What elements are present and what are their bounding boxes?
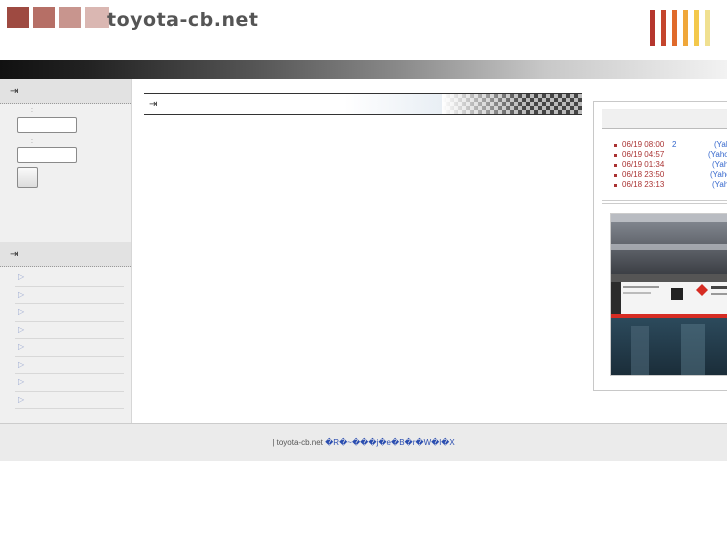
bullet-icon xyxy=(614,184,617,187)
bar-6 xyxy=(705,10,710,46)
news-list: 06/19 08:00 2 (Yah 06/19 04:57 (Yaho 06/… xyxy=(614,140,727,190)
login-field1-label: : xyxy=(24,107,33,114)
news-date: 06/18 23:50 xyxy=(622,170,665,179)
news-item[interactable]: 06/19 04:57 (Yaho xyxy=(614,150,727,160)
login-section-header: ⇥ xyxy=(0,79,131,104)
news-date: 06/19 04:57 xyxy=(622,150,665,159)
sidebar-menu-item[interactable]: ▷ xyxy=(15,269,124,287)
triangle-right-icon: ▷ xyxy=(18,342,25,351)
decorative-bars xyxy=(650,10,710,46)
login-arrow-icon: ⇥ xyxy=(10,86,19,97)
news-panel-header xyxy=(602,109,727,129)
header-fade-decoration xyxy=(344,94,444,114)
news-count: 2 xyxy=(672,140,677,149)
logo-block-2 xyxy=(33,7,55,28)
bullet-icon xyxy=(614,154,617,157)
sidebar-menu-item[interactable]: ▷ xyxy=(15,392,124,409)
triangle-right-icon: ▷ xyxy=(18,307,25,316)
triangle-right-icon: ▷ xyxy=(18,377,25,386)
gradient-band xyxy=(0,60,727,79)
news-source[interactable]: (Yah xyxy=(714,140,727,150)
bullet-icon xyxy=(614,144,617,147)
bullet-icon xyxy=(614,164,617,167)
sidebar: ⇥ : : ⇥ ▷ ▷ ▷ ▷ ▷ ▷ ▷ ▷ xyxy=(0,79,132,423)
site-name[interactable]: toyota-cb.net xyxy=(107,9,258,31)
footer-prefix: | toyota-cb.net xyxy=(272,438,326,447)
logo-block-1 xyxy=(7,7,29,28)
station-photo-image xyxy=(611,214,727,375)
bar-3 xyxy=(672,10,677,46)
bullet-icon xyxy=(614,174,617,177)
news-date: 06/19 08:00 xyxy=(622,140,665,149)
section-arrow-icon: ⇥ xyxy=(149,99,158,110)
sidebar-menu: ▷ ▷ ▷ ▷ ▷ ▷ ▷ ▷ xyxy=(15,269,124,409)
bar-4 xyxy=(683,10,688,46)
main-section-header: ⇥ xyxy=(144,93,582,115)
menu-arrow-icon: ⇥ xyxy=(10,249,19,260)
login-button[interactable] xyxy=(17,167,38,188)
news-source[interactable]: (Yaho xyxy=(708,150,727,160)
login-password-input[interactable] xyxy=(17,147,77,163)
login-field2-label: : xyxy=(24,138,33,145)
triangle-right-icon: ▷ xyxy=(18,272,25,281)
news-source[interactable]: (Yaho xyxy=(710,170,727,180)
bar-1 xyxy=(650,10,655,46)
sidebar-menu-item[interactable]: ▷ xyxy=(15,339,124,357)
news-date: 06/19 01:34 xyxy=(622,160,665,169)
site-footer: | toyota-cb.net �R�~���j�e�B�r�W�l�X xyxy=(0,423,727,461)
news-item[interactable]: 06/18 23:13 (Yah xyxy=(614,180,727,190)
sidebar-menu-item[interactable]: ▷ xyxy=(15,287,124,304)
sidebar-menu-item[interactable]: ▷ xyxy=(15,304,124,322)
station-photo[interactable] xyxy=(610,213,727,376)
menu-section-header: ⇥ xyxy=(0,242,131,267)
site-header: toyota-cb.net xyxy=(0,0,727,60)
sidebar-menu-item[interactable]: ▷ xyxy=(15,322,124,339)
logo-block-3 xyxy=(59,7,81,28)
bar-5 xyxy=(694,10,699,46)
triangle-right-icon: ▷ xyxy=(18,324,25,334)
sidebar-menu-item[interactable]: ▷ xyxy=(15,374,124,392)
news-panel: 06/19 08:00 2 (Yah 06/19 04:57 (Yaho 06/… xyxy=(593,101,727,391)
news-item[interactable]: 06/19 08:00 2 (Yah xyxy=(614,140,727,150)
panel-divider xyxy=(602,200,727,204)
triangle-right-icon: ▷ xyxy=(18,394,25,404)
logo-block-4 xyxy=(85,7,109,28)
news-source[interactable]: (Yah xyxy=(712,180,727,190)
footer-text: | toyota-cb.net �R�~���j�e�B�r�W�l�X xyxy=(0,438,727,447)
news-item[interactable]: 06/19 01:34 (Yah xyxy=(614,160,727,170)
logo[interactable] xyxy=(7,7,109,28)
news-item[interactable]: 06/18 23:50 (Yaho xyxy=(614,170,727,180)
checker-pattern-decoration xyxy=(442,94,582,114)
triangle-right-icon: ▷ xyxy=(18,289,25,299)
login-id-input[interactable] xyxy=(17,117,77,133)
news-source[interactable]: (Yah xyxy=(712,160,727,170)
bar-2 xyxy=(661,10,666,46)
footer-link[interactable]: �R�~���j�e�B�r�W�l�X xyxy=(325,438,455,447)
triangle-right-icon: ▷ xyxy=(18,359,25,369)
news-date: 06/18 23:13 xyxy=(622,180,665,189)
sidebar-menu-item[interactable]: ▷ xyxy=(15,357,124,374)
